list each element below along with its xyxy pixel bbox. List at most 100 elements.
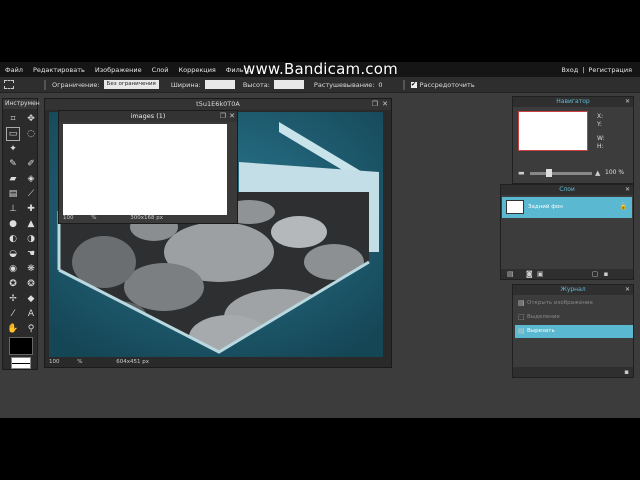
navigator-panel: Навигатор ✕ X: Y: W: H: ▬ ▲ 100 % (512, 96, 634, 184)
recorder-watermark: www.Bandicam.com (243, 62, 398, 78)
gradient-icon[interactable]: ▤ (7, 188, 19, 200)
type-icon[interactable]: A (25, 308, 37, 320)
options-bar: Ограничение: Без ограничения Ширина: Выс… (0, 77, 640, 93)
history-title[interactable]: Журнал ✕ (513, 285, 633, 295)
navigator-title[interactable]: Навигатор ✕ (513, 97, 633, 107)
document-titlebar[interactable]: t5u1E6k0T0A ❐ ✕ (45, 99, 391, 110)
history-footer: ▪ (513, 367, 633, 377)
bucket-icon[interactable]: ◈ (25, 173, 37, 185)
color-replace-icon[interactable]: ✢ (7, 293, 19, 305)
spot-icon[interactable]: ✪ (7, 278, 19, 290)
eyedropper-icon[interactable]: ⁄ (7, 308, 19, 320)
sharpen-icon[interactable]: ▲ (25, 218, 37, 230)
menu-layer[interactable]: Слой (147, 66, 174, 74)
maximize-icon[interactable]: ❐ (220, 111, 226, 122)
antialias-checkbox[interactable]: ✔ (410, 81, 417, 88)
stamp-icon[interactable]: ⊥ (7, 203, 19, 215)
constraint-label: Ограничение: (52, 80, 100, 89)
layer-settings-icon[interactable]: ▤ (507, 270, 514, 278)
new-layer-icon[interactable]: ▢ (592, 270, 599, 278)
zoom-in-icon[interactable]: ▲ (595, 169, 600, 177)
history-item-cut[interactable]: ▤ Вырезать (515, 325, 633, 338)
close-icon[interactable]: ✕ (625, 185, 630, 195)
wand-icon[interactable]: ✦ (7, 143, 19, 155)
account-links: Вход | Регистрация (561, 62, 632, 77)
image-window-title: images (1) (130, 112, 166, 120)
document-title: t5u1E6k0T0A (196, 100, 240, 108)
redeye-icon[interactable]: ◉ (7, 263, 19, 275)
image-window-canvas[interactable] (63, 124, 227, 215)
color-swap-icon[interactable] (11, 357, 31, 369)
liquify-icon[interactable]: ❋ (25, 263, 37, 275)
constraint-select[interactable]: Без ограничения (103, 80, 159, 89)
pinch-icon[interactable]: ❂ (25, 278, 37, 290)
eraser-icon[interactable]: ▰ (7, 173, 19, 185)
document-zoom[interactable]: 100 % (49, 359, 98, 365)
burn-icon[interactable]: ◑ (25, 233, 37, 245)
height-input[interactable] (273, 80, 304, 89)
foreground-color-swatch[interactable] (9, 337, 33, 355)
delete-history-icon[interactable]: ▪ (624, 367, 629, 377)
crop-icon[interactable]: ⌗ (7, 113, 19, 125)
heal-icon[interactable]: ✚ (25, 203, 37, 215)
zoom-icon[interactable]: ⚲ (25, 323, 37, 335)
hand-icon[interactable]: ✋ (7, 323, 19, 335)
tools-title: Инструмен (3, 99, 40, 109)
dodge-icon[interactable]: ◐ (7, 233, 19, 245)
delete-layer-icon[interactable]: ▪ (604, 270, 609, 278)
layer-row[interactable]: Задний фон 🔒 (502, 197, 632, 218)
blur-icon[interactable]: ● (7, 218, 19, 230)
height-label: Высота: (242, 80, 270, 89)
navigator-zoom-row: ▬ ▲ 100 % (518, 169, 630, 177)
letterbox-bottom (0, 418, 640, 480)
shape-icon[interactable]: ◆ (25, 293, 37, 305)
document-icon: ▤ (518, 299, 525, 307)
zoom-slider[interactable] (530, 172, 592, 175)
zoom-slider-handle[interactable] (546, 169, 552, 177)
divider (44, 79, 46, 90)
history-item-select[interactable]: ⬚ Выделение (515, 311, 633, 324)
maximize-icon[interactable]: ❐ (372, 99, 378, 110)
image-window-titlebar[interactable]: images (1) ❐ ✕ (59, 111, 237, 122)
image-window-zoom[interactable]: 100 % (63, 215, 112, 221)
navigator-thumbnail[interactable] (518, 111, 588, 151)
menu-bar: Файл Редактировать Изображение Слой Корр… (0, 62, 640, 78)
picker-icon[interactable]: ⟋ (25, 188, 37, 200)
register-link[interactable]: Регистрация (588, 66, 632, 74)
move-icon[interactable]: ✥ (25, 113, 37, 125)
menu-edit[interactable]: Редактировать (28, 66, 90, 74)
zoom-out-icon[interactable]: ▬ (518, 169, 525, 177)
layer-mask-icon[interactable]: ◙ (526, 270, 533, 278)
marquee-icon[interactable]: ▭ (6, 127, 20, 141)
lasso-icon[interactable]: ◌ (25, 128, 37, 140)
letterbox-top (0, 0, 640, 62)
feather-value[interactable]: 0 (378, 81, 382, 89)
close-icon[interactable]: ✕ (625, 97, 630, 107)
feather-label: Растушевывание: (313, 80, 375, 89)
image-window: images (1) ❐ ✕ 100 % 300x168 px (58, 110, 238, 224)
menu-separator: | (582, 65, 585, 74)
sponge-icon[interactable]: ◒ (7, 248, 19, 260)
navigator-zoom-value[interactable]: 100 % (605, 169, 624, 176)
tools-panel: Инструмен ⌗ ✥ ▭ ◌ ✦ ✎ ✐ ▰ ◈ ▤ ⟋ ⊥ ✚ ● ▲ ◐ ◑ ◒ ☚ ◉ ❋ ✪ ❂ ✢ ◆ ⁄ A ✋ ⚲ (2, 98, 40, 370)
close-icon[interactable]: ✕ (625, 285, 630, 295)
close-icon[interactable]: ✕ (382, 99, 388, 110)
pencil-icon[interactable]: ✎ (7, 158, 19, 170)
history-item-open[interactable]: ▤ Открыть изображение (515, 297, 633, 310)
menu-image[interactable]: Изображение (90, 66, 147, 74)
menu-file[interactable]: Файл (0, 66, 28, 74)
layers-title[interactable]: Слои ✕ (501, 185, 633, 195)
close-icon[interactable]: ✕ (229, 111, 235, 122)
menu-adjustment[interactable]: Коррекция (174, 66, 221, 74)
selection-icon: ⬚ (518, 313, 525, 321)
blank-icon[interactable] (25, 143, 37, 155)
login-link[interactable]: Вход (561, 66, 578, 74)
smudge-icon[interactable]: ☚ (25, 248, 37, 260)
width-input[interactable] (204, 80, 235, 89)
layer-name: Задний фон (528, 204, 563, 210)
marquee-tool-icon (4, 80, 14, 89)
pixlr-editor: Файл Редактировать Изображение Слой Корр… (0, 62, 640, 418)
brush-icon[interactable]: ✐ (25, 158, 37, 170)
layer-style-icon[interactable]: ▣ (537, 270, 544, 278)
width-label: Ширина: (170, 80, 201, 89)
